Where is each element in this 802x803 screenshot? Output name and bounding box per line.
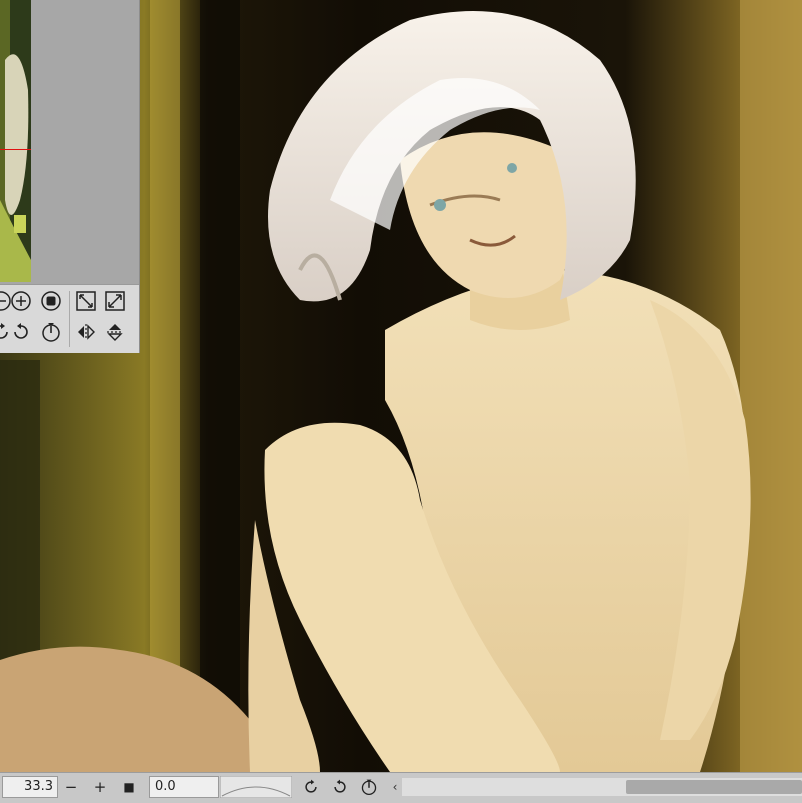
- zoom-in-icon[interactable]: [10, 290, 32, 312]
- rotate-right-icon[interactable]: [329, 776, 351, 798]
- scroll-left-button[interactable]: ‹: [388, 776, 402, 798]
- rotation-slider[interactable]: [219, 775, 293, 799]
- status-bar: 33.3 − + ■ 0.0 ‹: [0, 772, 802, 803]
- reset-rotation-icon[interactable]: [358, 776, 380, 798]
- toolbar-divider: [69, 291, 70, 347]
- navigator-view-frame[interactable]: [0, 0, 31, 150]
- flip-vertical-icon[interactable]: [104, 321, 126, 343]
- scrollbar-thumb[interactable]: [626, 780, 802, 794]
- fit-button[interactable]: ■: [118, 776, 140, 798]
- flip-horizontal-icon[interactable]: [75, 321, 97, 343]
- navigator-toolbar: [0, 284, 139, 353]
- fill-window-icon[interactable]: [104, 290, 126, 312]
- navigator-thumbnail[interactable]: [0, 0, 31, 282]
- actual-size-icon[interactable]: [40, 290, 62, 312]
- navigator-panel: [0, 0, 140, 353]
- reset-rotation-icon[interactable]: [40, 321, 62, 343]
- rotate-right-icon[interactable]: [10, 321, 32, 343]
- rotate-left-icon[interactable]: [300, 776, 322, 798]
- fit-to-window-icon[interactable]: [75, 290, 97, 312]
- zoom-out-button[interactable]: −: [60, 776, 82, 798]
- zoom-input[interactable]: 33.3: [2, 776, 58, 798]
- zoom-in-button[interactable]: +: [89, 776, 111, 798]
- horizontal-scrollbar[interactable]: [402, 778, 802, 796]
- rotation-angle-input[interactable]: 0.0: [149, 776, 219, 798]
